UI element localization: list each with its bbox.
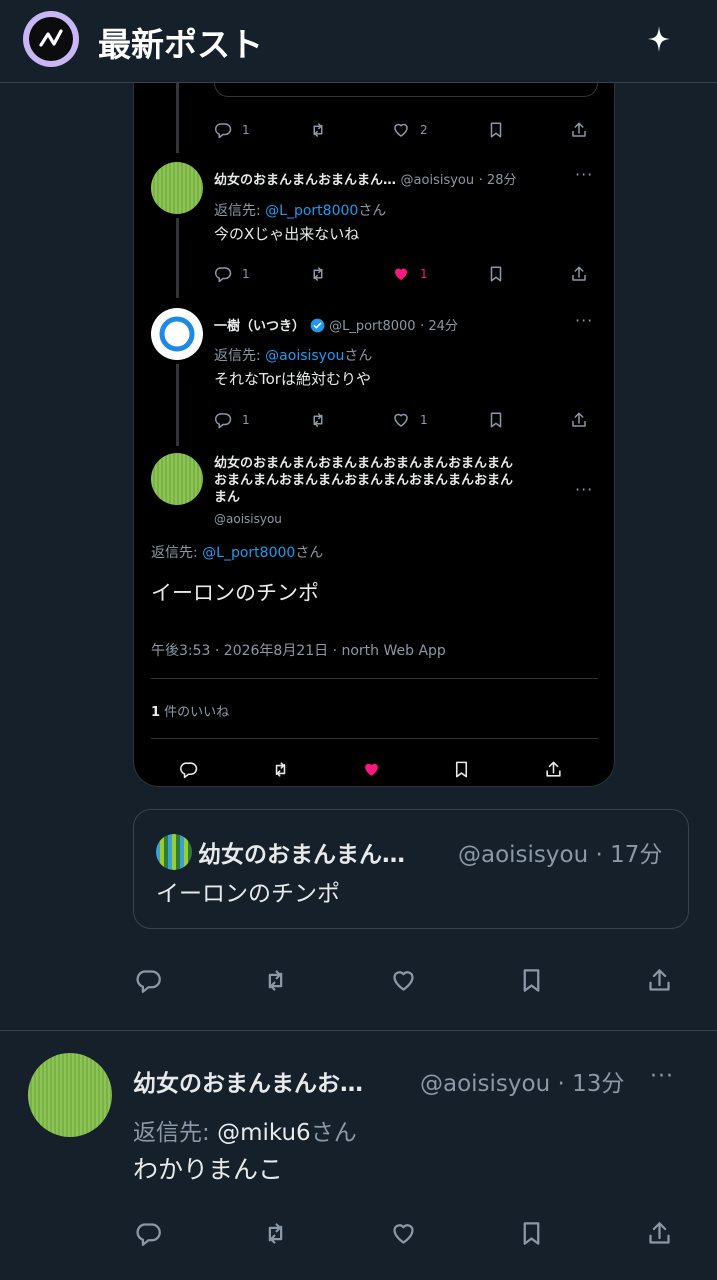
verified-badge-icon: [310, 318, 325, 333]
share-action[interactable]: [646, 967, 673, 994]
divider: [151, 738, 598, 739]
avatar[interactable]: [151, 453, 203, 505]
avatar[interactable]: [28, 1053, 112, 1137]
post-text: 今のXじゃ出来ないね: [214, 225, 360, 243]
reply-to: 返信先: @L_port8000さん: [214, 203, 387, 219]
author-name[interactable]: 幼女のおまんまん…: [198, 835, 405, 869]
repost-action[interactable]: [309, 411, 327, 429]
mention-link[interactable]: @L_port8000: [265, 203, 358, 219]
reply-action[interactable]: [179, 760, 198, 779]
more-icon[interactable]: ···: [575, 165, 593, 184]
repost-action[interactable]: [309, 265, 327, 283]
divider: [0, 1030, 717, 1031]
repost-action[interactable]: [262, 1220, 289, 1247]
bookmark-action[interactable]: [487, 411, 505, 429]
repost-action[interactable]: [262, 967, 289, 994]
more-icon[interactable]: ···: [650, 1064, 674, 1089]
author-handle: @aoisisyou · 17分: [458, 842, 663, 868]
like-action[interactable]: 1: [392, 265, 428, 283]
bookmark-action[interactable]: [518, 967, 545, 994]
thread-line: [176, 218, 179, 298]
post-timestamp: 午後3:53 · 2026年8月21日 · north Web App: [151, 643, 446, 659]
more-icon[interactable]: ···: [575, 480, 593, 499]
post-text: イーロンのチンポ: [151, 581, 319, 605]
mention-link[interactable]: @L_port8000: [202, 545, 295, 561]
like-action[interactable]: 1: [392, 411, 428, 429]
embedded-thread-card[interactable]: 1 2 幼女のおまんまんおまんまん… @aoisisyou · 28分 ··· …: [133, 83, 615, 787]
author-handle: @aoisisyou: [214, 512, 282, 526]
page-title: 最新ポスト: [98, 25, 263, 64]
share-action[interactable]: [570, 121, 588, 139]
like-action[interactable]: [362, 760, 381, 779]
reply-to: 返信先: @L_port8000さん: [151, 545, 324, 561]
share-action[interactable]: [646, 1220, 673, 1247]
avatar[interactable]: [156, 834, 192, 870]
reply-action[interactable]: [135, 967, 162, 994]
divider: [151, 678, 598, 679]
avatar[interactable]: [151, 162, 203, 214]
bookmark-action[interactable]: [487, 265, 505, 283]
bookmark-action[interactable]: [487, 121, 505, 139]
author-name[interactable]: 幼女のおまんまんおまんまん… @aoisisyou · 28分: [214, 169, 516, 188]
sparkle-icon[interactable]: [646, 24, 672, 54]
reply-action[interactable]: 1: [214, 411, 250, 429]
author-name[interactable]: 幼女のおまんまんお…: [133, 1064, 363, 1098]
like-action[interactable]: [390, 1220, 417, 1247]
reply-to: 返信先: @aoisisyouさん: [214, 348, 373, 364]
author-handle: @aoisisyou · 13分: [420, 1071, 625, 1097]
like-action[interactable]: [390, 967, 417, 994]
top-header: 最新ポスト: [0, 0, 717, 83]
author-name[interactable]: 幼女のおまんまんおまんまんおまんまんおまんまん おまんまんおまんまんおまんまんおま…: [214, 455, 513, 506]
share-action[interactable]: [570, 265, 588, 283]
reply-action[interactable]: 1: [214, 265, 250, 283]
reply-action[interactable]: [135, 1220, 162, 1247]
post-text: イーロンのチンポ: [156, 881, 340, 907]
thread-line: [176, 364, 179, 446]
post-text: わかりまんこ: [133, 1155, 284, 1184]
bookmark-action[interactable]: [518, 1220, 545, 1247]
quoted-post[interactable]: 幼女のおまんまん… @aoisisyou · 17分 イーロンのチンポ: [133, 809, 689, 929]
likes-count[interactable]: 1 件のいいね: [151, 701, 229, 720]
mention-link[interactable]: @aoisisyou: [265, 348, 344, 364]
thread-line: [176, 83, 179, 153]
author-name[interactable]: 一樹（いつき） @L_port8000 · 24分: [214, 315, 458, 334]
post-text: それなTorは絶対むりや: [214, 370, 371, 388]
repost-action[interactable]: [271, 760, 290, 779]
north-logo-icon[interactable]: [23, 11, 79, 67]
share-action[interactable]: [570, 411, 588, 429]
share-action[interactable]: [544, 760, 563, 779]
reply-to: 返信先: @miku6さん: [133, 1120, 357, 1146]
avatar[interactable]: [151, 308, 203, 360]
mention-link[interactable]: @miku6: [217, 1120, 311, 1146]
repost-action[interactable]: [309, 121, 327, 139]
media-card-edge: [214, 83, 598, 97]
more-icon[interactable]: ···: [575, 311, 593, 330]
bookmark-action[interactable]: [452, 760, 471, 779]
like-action[interactable]: 2: [392, 121, 428, 139]
reply-action[interactable]: 1: [214, 121, 250, 139]
